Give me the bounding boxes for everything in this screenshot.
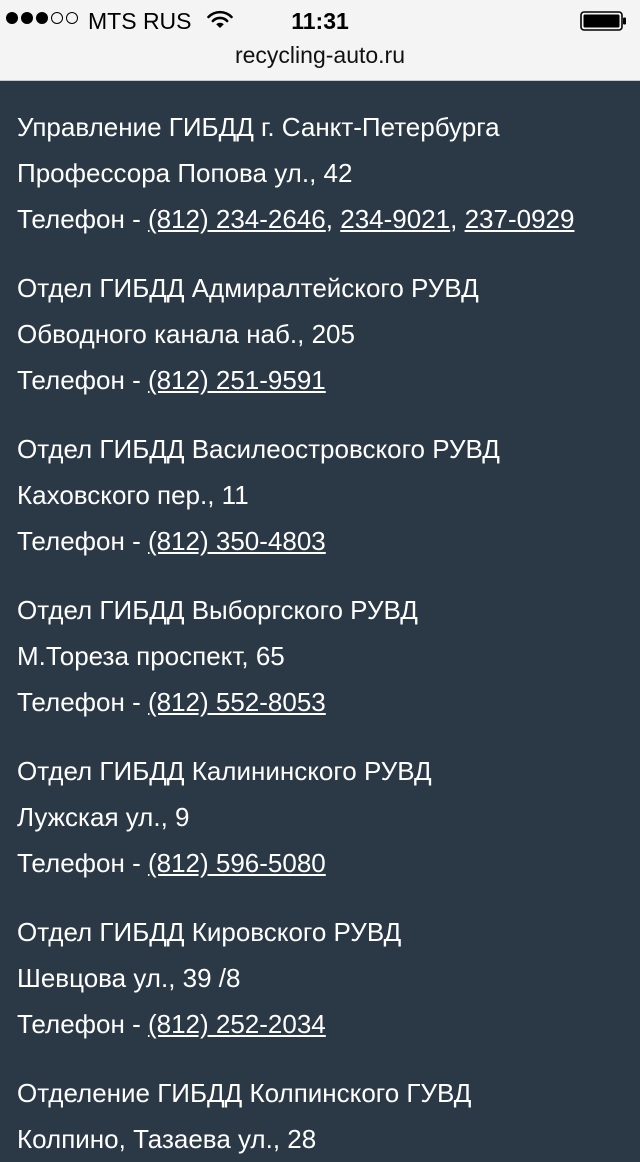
office-address: Колпино, Тазаева ул., 28 [17,1124,317,1154]
office-name: Отдел ГИБДД Адмиралтейского РУВД [17,273,479,303]
office-name: Отдел ГИБДД Василеостровского РУВД [17,434,500,464]
list-item: Отдел ГИБДД Адмиралтейского РУВД Обводног… [17,265,627,403]
office-name: Отдел ГИБДД Кировского РУВД [17,917,402,947]
browser-top-bar: MTS RUS 11:31 recycling-auto.ru [0,0,640,81]
phone-separator: , [450,204,465,234]
phone-line: Телефон - (812) 350-4803 [17,518,627,564]
list-item: Отдел ГИБДД Выборгского РУВД М.Тореза про… [17,587,627,725]
phone-label: Телефон - [17,526,148,556]
list-item: Отдел ГИБДД Василеостровского РУВД Каховс… [17,426,627,564]
phone-link[interactable]: (812) 251-9591 [148,365,326,395]
phone-label: Телефон - [17,848,148,878]
phone-line: Телефон - (812) 596-5080 [17,840,627,886]
office-address: Лужская ул., 9 [17,802,190,832]
phone-link[interactable]: 234-9021 [340,204,450,234]
phone-label: Телефон - [17,365,148,395]
phone-link[interactable]: (812) 596-5080 [148,848,326,878]
phone-line: Телефон - (812) 251-9591 [17,357,627,403]
status-bar: MTS RUS 11:31 [0,0,640,42]
battery-icon [580,11,626,31]
list-item: Отдел ГИБДД Кировского РУВД Шевцова ул., … [17,909,627,1047]
office-address: М.Тореза проспект, 65 [17,641,285,671]
office-address: Шевцова ул., 39 /8 [17,963,241,993]
office-address: Обводного канала наб., 205 [17,319,355,349]
phone-link[interactable]: 237-0929 [465,204,575,234]
list-item: Управление ГИБДД г. Санкт-Петербурга Проф… [17,104,627,242]
address-bar-url[interactable]: recycling-auto.ru [0,42,640,69]
phone-label: Телефон - [17,1009,148,1039]
list-item: Отделение ГИБДД Колпинского ГУВД Колпино,… [17,1070,627,1162]
office-name: Управление ГИБДД г. Санкт-Петербурга [17,112,500,142]
phone-link[interactable]: (812) 552-8053 [148,687,326,717]
traffic-police-list: Управление ГИБДД г. Санкт-Петербурга Проф… [17,80,627,1162]
office-address: Профессора Попова ул., 42 [17,158,353,188]
status-time: 11:31 [291,8,349,34]
phone-link[interactable]: (812) 234-2646 [148,204,326,234]
phone-link[interactable]: (812) 350-4803 [148,526,326,556]
phone-line: Телефон - (812) 552-8053 [17,679,627,725]
phone-label: Телефон - [17,687,148,717]
office-name: Отделение ГИБДД Колпинского ГУВД [17,1078,472,1108]
phone-line: Телефон - (812) 234-2646, 234-9021, 237-… [17,196,627,242]
phone-separator: , [325,204,341,234]
office-name: Отдел ГИБДД Выборгского РУВД [17,595,418,625]
phone-line: Телефон - (812) 252-2034 [17,1001,627,1047]
phone-link[interactable]: (812) 252-2034 [148,1009,326,1039]
office-name: Отдел ГИБДД Калининского РУВД [17,756,432,786]
phone-label: Телефон - [17,204,148,234]
list-item: Отдел ГИБДД Калининского РУВД Лужская ул.… [17,748,627,886]
office-address: Каховского пер., 11 [17,480,249,510]
